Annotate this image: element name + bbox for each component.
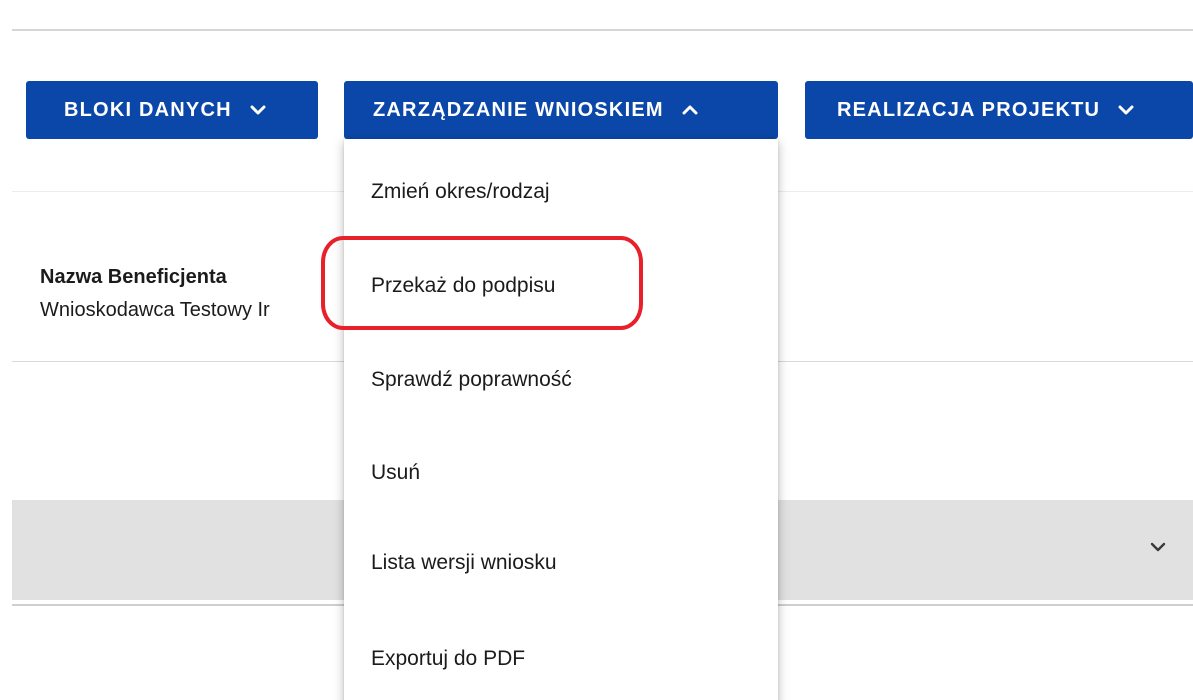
zarzadzanie-wnioskiem-button[interactable]: ZARZĄDZANIE WNIOSKIEM [344,81,778,139]
page: BLOKI DANYCH ZARZĄDZANIE WNIOSKIEM REALI… [0,0,1193,700]
realizacja-projektu-button[interactable]: REALIZACJA PROJEKTU [805,81,1193,139]
realizacja-projektu-label: REALIZACJA PROJEKTU [837,98,1101,121]
bloki-danych-label: BLOKI DANYCH [64,98,232,121]
menu-item-exportuj-pdf[interactable]: Exportuj do PDF [371,647,525,671]
chevron-down-icon[interactable] [1149,540,1167,558]
menu-item-zmien-okres[interactable]: Zmień okres/rodzaj [371,180,550,204]
zarzadzanie-dropdown-menu: Zmień okres/rodzaj Przekaż do podpisu Sp… [344,139,778,700]
menu-item-lista-wersji[interactable]: Lista wersji wniosku [371,551,557,575]
beneficiary-title: Nazwa Beneficjenta [40,266,227,288]
top-divider [12,29,1193,31]
bloki-danych-button[interactable]: BLOKI DANYCH [26,81,318,139]
chevron-down-icon [1118,105,1134,115]
menu-item-przekaz-do-podpisu[interactable]: Przekaż do podpisu [371,274,555,298]
menu-item-sprawdz-poprawnosc[interactable]: Sprawdź poprawność [371,368,572,392]
menu-item-usun[interactable]: Usuń [371,461,420,485]
chevron-up-icon [682,105,698,115]
zarzadzanie-wnioskiem-label: ZARZĄDZANIE WNIOSKIEM [373,98,664,121]
beneficiary-info: Nazwa Beneficjenta Wnioskodawca Testowy … [40,266,270,322]
beneficiary-value: Wnioskodawca Testowy Ir [40,299,270,321]
chevron-down-icon [250,105,266,115]
